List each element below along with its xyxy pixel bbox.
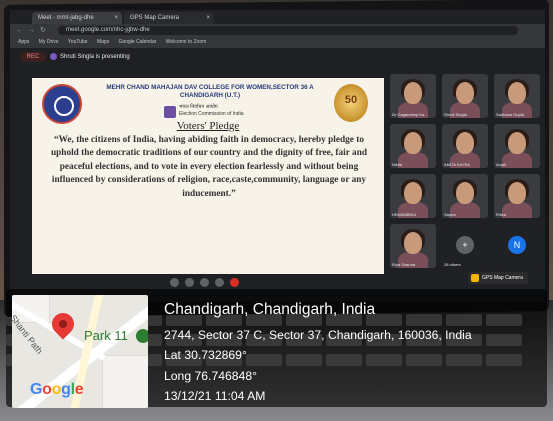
back-icon[interactable]: ← [16,26,23,35]
gps-camera-icon [471,274,479,282]
presenting-text: Shruti Singla is presenting [60,54,130,60]
caption-icon[interactable] [200,278,209,287]
presenter-avatar [50,53,57,60]
presentation-slide: MEHR CHAND MAHAJAN DAV COLLEGE FOR WOMEN… [32,78,384,274]
gps-camera-badge: GPS Map Camera [468,272,528,284]
location-address: 2744, Sector 37 C, Sector 37, Chandigarh… [164,328,472,342]
bookmark-item[interactable]: Welcome to Zoom [166,39,206,45]
forward-icon[interactable]: → [28,26,35,35]
place-label: Park 11 [84,328,128,343]
eci-label: भारत निर्वाचन आयोग Election Commission o… [179,104,244,117]
bookmark-item[interactable]: My Drive [39,39,59,45]
present-icon[interactable] [215,278,224,287]
eci-logo [164,106,176,118]
park-marker-icon [136,329,148,343]
location-latitude: Lat 30.732869° [164,348,247,362]
location-pin-icon [47,308,79,340]
url-field[interactable]: meet.google.com/nhc-jgbw-dhe [58,26,518,35]
anniversary-logo: 50 [334,84,368,122]
participant-tile[interactable]: Nikita [390,124,436,168]
bookmark-item[interactable]: Maps [97,39,109,45]
pledge-text: “We, the citizens of India, having abidi… [50,135,368,199]
participant-tile[interactable]: Sadhana Gupta [494,74,540,118]
participant-grid: Dr Gagandeep Ka... Shruti Singla Sadhana… [390,74,542,274]
participant-tile[interactable]: Shruti Singla [442,74,488,118]
bookmark-item[interactable]: Google Calendar [119,39,157,45]
participant-tile[interactable]: AMITA KAYRA [442,124,488,168]
location-title: Chandigarh, Chandigarh, India [164,301,376,318]
participant-tile[interactable]: N [494,224,540,268]
location-longitude: Long 76.746848° [164,369,257,383]
participant-tile[interactable]: Sapna [442,174,488,218]
tab-meet[interactable]: Meet - mmt-jabg-dhe × [32,12,122,24]
address-bar-row: ← → ↻ meet.google.com/nhc-jgbw-dhe [10,24,545,37]
bookmark-item[interactable]: Apps [18,39,29,45]
meet-top-bar: REC Shruti Singla is presenting [10,48,545,66]
bookmark-item[interactable]: YouTube [68,39,88,45]
participant-tile[interactable]: Dr Gagandeep Ka... [390,74,436,118]
meeting-controls [170,278,239,287]
recording-badge: REC [20,52,46,62]
map-thumbnail: Shanti Path Park 11 Google [12,295,148,408]
participant-tile[interactable]: Ritika [494,174,540,218]
browser-tab-bar: Meet - mmt-jabg-dhe × GPS Map Camera × [10,10,545,24]
college-logo [42,84,82,124]
participant-tile[interactable]: Anjali [494,124,540,168]
participant-tile[interactable]: HEMAMBIKA [390,174,436,218]
others-tile[interactable]: +28 others [442,224,488,268]
mic-icon[interactable] [170,278,179,287]
laptop-screen: Meet - mmt-jabg-dhe × GPS Map Camera × ← →… [10,10,545,302]
end-call-icon[interactable] [230,278,239,287]
camera-icon[interactable] [185,278,194,287]
google-logo: Google [30,381,84,398]
participant-tile[interactable]: Riya Sharma [390,224,436,268]
college-heading: MEHR CHAND MAHAJAN DAV COLLEGE FOR WOMEN… [106,84,314,99]
reload-icon[interactable]: ↻ [40,26,46,35]
tab-gps-camera[interactable]: GPS Map Camera × [124,12,214,24]
pledge-title: Voters' Pledge [176,120,240,132]
location-datetime: 13/12/21 11:04 AM [164,389,266,403]
bookmarks-bar: Apps My Drive YouTube Maps Google Calend… [10,37,545,48]
